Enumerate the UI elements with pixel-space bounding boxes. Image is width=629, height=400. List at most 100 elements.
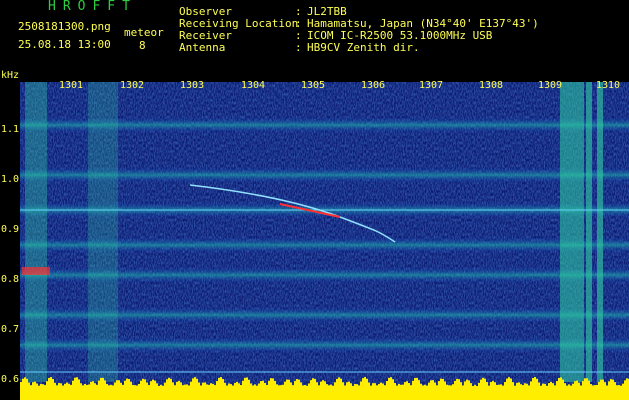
- amplitude-sample: [424, 384, 426, 400]
- amplitude-sample: [496, 384, 498, 400]
- amplitude-sample: [222, 379, 224, 400]
- amplitude-sample: [54, 382, 56, 400]
- amplitude-sample: [532, 378, 534, 400]
- amplitude-sample: [254, 384, 256, 400]
- amplitude-sample: [296, 379, 298, 400]
- amplitude-sample: [304, 385, 306, 400]
- x-tick-label: 1310: [596, 80, 621, 91]
- amplitude-sample: [530, 381, 532, 400]
- amplitude-sample: [68, 383, 70, 400]
- amplitude-sample: [356, 384, 358, 400]
- amplitude-sample: [560, 377, 562, 400]
- interference-column: [597, 82, 603, 382]
- amplitude-sample: [228, 383, 230, 400]
- amplitude-sample: [96, 384, 98, 400]
- amplitude-sample: [386, 381, 388, 400]
- amplitude-sample: [104, 380, 106, 400]
- amplitude-sample: [80, 383, 82, 400]
- amplitude-sample: [160, 384, 162, 400]
- amplitude-sample: [354, 383, 356, 400]
- amplitude-sample: [542, 383, 544, 400]
- amplitude-sample: [300, 382, 302, 400]
- amplitude-sample: [398, 383, 400, 400]
- amplitude-sample: [340, 378, 342, 400]
- amplitude-sample: [572, 383, 574, 400]
- amplitude-sample: [462, 385, 464, 400]
- amplitude-sample: [268, 380, 270, 400]
- amplitude-sample: [566, 385, 568, 400]
- amplitude-sample: [536, 378, 538, 400]
- amplitude-sample: [190, 381, 192, 400]
- y-tick-label: 1.0: [1, 174, 20, 185]
- amplitude-sample: [600, 379, 602, 400]
- amplitude-sample: [110, 384, 112, 400]
- amplitude-sample: [602, 379, 604, 400]
- amplitude-sample: [298, 379, 300, 400]
- amplitude-sample: [282, 384, 284, 400]
- amplitude-sample: [52, 378, 54, 400]
- amplitude-sample: [208, 384, 210, 400]
- amplitude-sample: [166, 379, 168, 400]
- amplitude-sample: [146, 382, 148, 400]
- amplitude-sample: [262, 380, 264, 400]
- amplitude-sample: [358, 385, 360, 400]
- amplitude-sample: [348, 381, 350, 400]
- amplitude-sample: [316, 382, 318, 400]
- amplitude-sample: [468, 380, 470, 400]
- amplitude-sample: [248, 379, 250, 400]
- amplitude-sample: [26, 378, 28, 400]
- amplitude-sample: [574, 381, 576, 400]
- amplitude-sample: [388, 377, 390, 400]
- antenna-label: Antenna: [179, 41, 226, 54]
- amplitude-sample: [620, 385, 622, 400]
- amplitude-sample: [30, 385, 32, 400]
- amplitude-sample: [88, 384, 90, 400]
- amplitude-sample: [500, 384, 502, 400]
- y-tick-label: 0.6: [1, 374, 20, 385]
- amplitude-sample: [320, 381, 322, 400]
- x-tick-label: 1305: [301, 80, 326, 91]
- amplitude-sample: [596, 384, 598, 400]
- amplitude-sample: [246, 377, 248, 400]
- amplitude-sample: [308, 383, 310, 400]
- amplitude-sample: [292, 385, 294, 400]
- amplitude-sample: [414, 378, 416, 400]
- amplitude-sample: [616, 385, 618, 400]
- amplitude-sample: [206, 384, 208, 400]
- amplitude-sample: [310, 380, 312, 400]
- amplitude-sample: [204, 382, 206, 400]
- amplitude-sample: [182, 385, 184, 400]
- amplitude-sample: [434, 382, 436, 400]
- amplitude-sample: [480, 379, 482, 400]
- amplitude-sample: [90, 381, 92, 400]
- amplitude-sample: [464, 381, 466, 400]
- amplitude-sample: [272, 378, 274, 400]
- amplitude-sample: [332, 385, 334, 400]
- amplitude-sample: [430, 380, 432, 400]
- x-tick-label: 1308: [479, 80, 504, 91]
- amplitude-sample: [86, 384, 88, 400]
- amplitude-sample: [152, 379, 154, 400]
- amplitude-sample: [140, 380, 142, 400]
- amplitude-sample: [504, 382, 506, 400]
- amplitude-sample: [250, 383, 252, 400]
- amplitude-sample: [576, 380, 578, 400]
- y-axis-unit: kHz: [1, 70, 20, 81]
- amplitude-sample: [378, 383, 380, 400]
- y-tick-label: 0.9: [1, 224, 20, 235]
- amplitude-sample: [520, 384, 522, 400]
- amplitude-sample: [64, 383, 66, 400]
- amplitude-sample: [626, 378, 628, 400]
- amplitude-sample: [142, 378, 144, 400]
- amplitude-sample: [486, 382, 488, 400]
- amplitude-sample: [232, 385, 234, 400]
- amplitude-sample: [352, 385, 354, 400]
- amplitude-sample: [158, 385, 160, 400]
- amplitude-sample: [198, 382, 200, 400]
- amplitude-sample: [544, 383, 546, 400]
- amplitude-sample: [266, 385, 268, 400]
- amplitude-sample: [94, 383, 96, 400]
- amplitude-sample: [618, 385, 620, 400]
- amplitude-sample: [578, 382, 580, 400]
- amplitude-sample: [218, 377, 220, 400]
